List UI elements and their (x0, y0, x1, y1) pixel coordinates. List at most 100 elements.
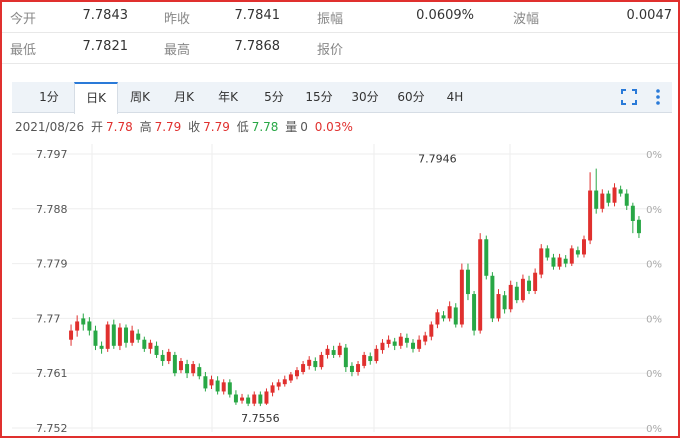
prev-close-value: 7.7841 (234, 8, 281, 23)
fullscreen-icon[interactable] (619, 87, 639, 107)
low-value: 7.7821 (82, 39, 129, 54)
info-high-value: 7.79 (154, 120, 182, 134)
y-tick-label: 7.77 (36, 312, 61, 325)
info-high-label: 高 (139, 120, 152, 134)
candle-body (87, 321, 92, 331)
candle-body (423, 335, 428, 342)
candle-body (478, 239, 483, 331)
candle-body (331, 350, 336, 355)
candle-body (276, 382, 281, 387)
low-annotation: 7.7556 (241, 412, 280, 425)
candle-body (191, 364, 196, 374)
candle-body (197, 367, 202, 377)
candle-body (392, 341, 397, 346)
ohlc-info-line: 2021/08/26 开 7.78 高 7.79 收 7.79 低 7.78 量0 0.… (15, 118, 356, 135)
candle-body (246, 397, 251, 404)
candle-body (185, 364, 190, 374)
candle-body (313, 361, 318, 368)
candle-body (447, 306, 452, 319)
candle-body (459, 269, 464, 325)
candle-body (398, 336, 403, 346)
candle-body (551, 257, 556, 267)
candle-body (563, 258, 568, 264)
candle-body (124, 327, 128, 343)
candle-body (166, 351, 171, 362)
candle-body (490, 275, 495, 319)
candle-body (508, 284, 513, 310)
period-tabbar: 1分 日K 周K 月K 年K 5分 15分 30分 60分 4H (12, 82, 672, 114)
candle-body (557, 257, 562, 267)
right-tick-label: 0% (646, 205, 662, 216)
range-value: 0.0047 (626, 8, 673, 23)
high-label: 最高 (164, 43, 191, 58)
candle-body (435, 312, 440, 325)
info-open-label: 开 (91, 120, 104, 134)
candle-body (618, 189, 623, 194)
candle-body (154, 345, 159, 355)
y-tick-label: 7.779 (36, 258, 68, 271)
candle-body (453, 307, 458, 325)
candle-body (441, 315, 446, 319)
right-tick-label: 0% (646, 424, 662, 435)
candle-body (356, 364, 361, 372)
tab-yearly-k[interactable]: 年K (210, 82, 246, 112)
open-today-label: 今开 (10, 12, 37, 27)
candle-body (215, 380, 220, 392)
candle-body (533, 272, 538, 291)
candle-body (539, 248, 544, 275)
candle-body (374, 348, 379, 362)
more-vert-icon[interactable] (648, 87, 668, 107)
right-tick-label: 0% (646, 260, 662, 271)
right-tick-label: 0% (646, 314, 662, 325)
info-close-label: 收 (188, 120, 201, 134)
candle-body (337, 345, 342, 355)
tab-60min[interactable]: 60分 (392, 82, 430, 112)
candle-body (380, 342, 385, 351)
candle-body (624, 193, 629, 206)
candle-body (240, 397, 245, 401)
candle-body (588, 190, 593, 241)
candle-body (368, 356, 373, 362)
candle-body (630, 205, 635, 221)
tab-daily-k[interactable]: 日K (74, 82, 118, 114)
candle-body (582, 239, 586, 255)
candle-body (319, 354, 324, 368)
candlestick-chart[interactable]: 7.797 0% 7.788 0% 7.779 0% 7.77 0% 7.761 0% 7.752 0… (2, 140, 678, 436)
candle-body (545, 248, 550, 258)
tab-15min[interactable]: 15分 (300, 82, 338, 112)
candle-body (178, 361, 183, 371)
candle-body (148, 342, 153, 349)
candle-body (111, 324, 116, 346)
tab-monthly-k[interactable]: 月K (166, 82, 202, 112)
candle-body (81, 318, 86, 325)
candle-body (514, 286, 519, 301)
candle-body (612, 187, 617, 203)
candle-body (465, 269, 470, 295)
candle-body (233, 394, 238, 403)
quote-row-1: 今开 7.7843 昨收 7.7841 振幅 0.0609% 波幅 0.0047 (2, 2, 678, 33)
candle-body (75, 321, 80, 331)
tab-30min[interactable]: 30分 (346, 82, 384, 112)
range-label: 波幅 (513, 12, 540, 27)
candle-body (417, 339, 422, 349)
tab-4h[interactable]: 4H (438, 82, 472, 112)
candle-body (594, 190, 599, 209)
candle-body (527, 280, 532, 291)
tab-weekly-k[interactable]: 周K (122, 82, 158, 112)
info-date: 2021/08/26 (15, 120, 85, 134)
info-volume-value: 0 (300, 120, 308, 134)
candle-body (221, 382, 226, 392)
info-low-label: 低 (236, 120, 249, 134)
tab-1min[interactable]: 1分 (32, 82, 66, 112)
candle-body (600, 193, 605, 209)
candle-body (362, 354, 367, 366)
candle-body (69, 330, 74, 340)
candle-body (258, 394, 263, 404)
candle-body (307, 359, 312, 366)
candle-body (301, 364, 306, 372)
candle-body (569, 248, 574, 264)
info-change-value: 0.03% (314, 120, 353, 134)
candle-body (142, 339, 147, 349)
tab-5min[interactable]: 5分 (256, 82, 292, 112)
candle-body (117, 327, 122, 346)
